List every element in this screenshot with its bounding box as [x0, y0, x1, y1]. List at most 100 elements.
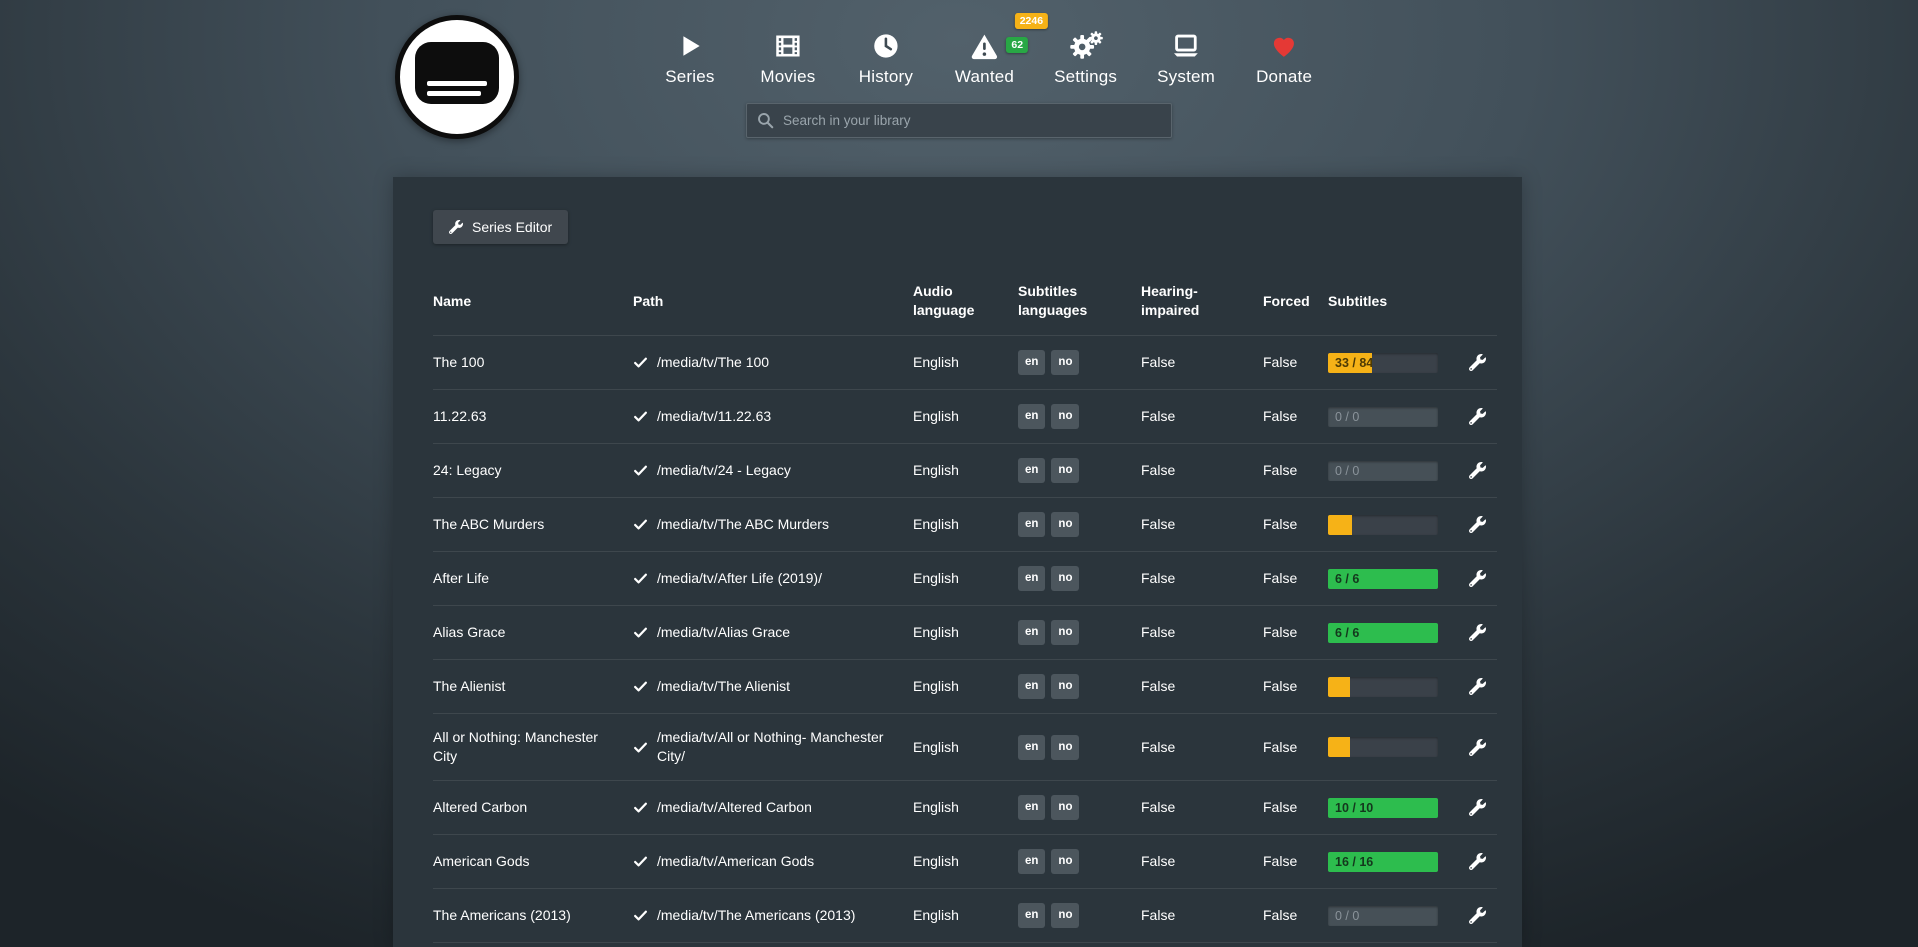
series-name[interactable]: Altered Carbon [433, 798, 633, 817]
language-badge: en [1018, 795, 1045, 820]
main-nav: Series Movies History 2246 62 [661, 24, 1313, 87]
language-badge: no [1051, 350, 1079, 375]
table-header-row: Name Path Audio language Subtitles langu… [433, 274, 1497, 335]
subtitles-progress: 33 / 84 [1328, 353, 1438, 373]
nav-label: Series [665, 67, 714, 87]
hearing-impaired-value: False [1141, 569, 1263, 588]
wanted-count-badge-secondary: 62 [1006, 37, 1028, 53]
hearing-impaired-value: False [1141, 677, 1263, 696]
wrench-icon[interactable] [1469, 799, 1486, 816]
wrench-icon[interactable] [1469, 624, 1486, 641]
check-icon [633, 571, 648, 586]
nav-label: History [859, 67, 913, 87]
subtitle-language-badges: enno [1018, 674, 1141, 699]
nav-label: System [1157, 67, 1215, 87]
nav-item-wanted[interactable]: 2246 62 Wanted [955, 24, 1014, 87]
audio-language: English [913, 677, 1018, 696]
series-editor-label: Series Editor [472, 219, 552, 235]
wrench-icon[interactable] [1469, 570, 1486, 587]
subtitles-progress-fill: 6 / 6 [1328, 569, 1438, 589]
language-badge: no [1051, 566, 1079, 591]
forced-value: False [1263, 677, 1328, 696]
series-path: /media/tv/The Americans (2013) [657, 906, 855, 925]
series-editor-button[interactable]: Series Editor [433, 210, 568, 244]
series-name[interactable]: The Americans (2013) [433, 906, 633, 925]
table-row: After Life /media/tv/After Life (2019)/ … [433, 551, 1497, 605]
language-badge: en [1018, 735, 1045, 760]
wrench-icon[interactable] [1469, 739, 1486, 756]
subtitles-progress: 0 / 0 [1328, 906, 1438, 926]
subtitles-progress-empty-label: 0 / 0 [1335, 906, 1359, 926]
language-badge: en [1018, 903, 1045, 928]
nav-label: Movies [760, 67, 815, 87]
wrench-icon[interactable] [1469, 853, 1486, 870]
audio-language: English [913, 461, 1018, 480]
subtitles-progress [1328, 515, 1438, 535]
forced-value: False [1263, 515, 1328, 534]
language-badge: no [1051, 849, 1079, 874]
language-badge: no [1051, 458, 1079, 483]
nav-item-settings[interactable]: Settings [1054, 24, 1117, 87]
audio-language: English [913, 738, 1018, 757]
subtitles-progress-fill: 10 / 10 [1328, 798, 1438, 818]
series-name[interactable]: The 100 [433, 353, 633, 372]
header-hearing-impaired: Hearing-impaired [1141, 282, 1263, 320]
table-row: The Alienist /media/tv/The Alienist Engl… [433, 659, 1497, 713]
subtitles-progress-empty-label: 0 / 0 [1335, 407, 1359, 427]
language-badge: no [1051, 512, 1079, 537]
subtitles-progress-fill [1328, 515, 1352, 535]
hearing-impaired-value: False [1141, 623, 1263, 642]
language-badge: en [1018, 849, 1045, 874]
series-name[interactable]: 24: Legacy [433, 461, 633, 480]
audio-language: English [913, 569, 1018, 588]
bazarr-logo[interactable] [395, 15, 519, 139]
warning-icon [969, 24, 1000, 60]
header-subtitles: Subtitles [1328, 292, 1458, 311]
header-forced: Forced [1263, 292, 1328, 311]
app-header: Series Movies History 2246 62 [0, 0, 1918, 177]
language-badge: en [1018, 458, 1045, 483]
wrench-icon [449, 220, 463, 234]
search-input[interactable] [746, 103, 1172, 138]
series-name[interactable]: 11.22.63 [433, 407, 633, 426]
nav-item-series[interactable]: Series [661, 24, 719, 87]
logo-graphic [415, 42, 499, 104]
series-name[interactable]: The Alienist [433, 677, 633, 696]
wrench-icon[interactable] [1469, 462, 1486, 479]
nav-item-movies[interactable]: Movies [759, 24, 817, 87]
header-subtitles-languages: Subtitles languages [1018, 282, 1141, 320]
language-badge: no [1051, 674, 1079, 699]
nav-item-system[interactable]: System [1157, 24, 1215, 87]
nav-item-donate[interactable]: Donate [1255, 24, 1313, 87]
subtitles-progress: 6 / 6 [1328, 569, 1438, 589]
wrench-icon[interactable] [1469, 354, 1486, 371]
audio-language: English [913, 852, 1018, 871]
series-name[interactable]: After Life [433, 569, 633, 588]
subtitles-progress-fill: 16 / 16 [1328, 852, 1438, 872]
wanted-count-badge: 2246 [1015, 13, 1048, 29]
series-name[interactable]: The ABC Murders [433, 515, 633, 534]
content-panel: Series Editor Name Path Audio language S… [393, 177, 1522, 947]
table-row: Alias Grace /media/tv/Alias Grace Englis… [433, 605, 1497, 659]
nav-label: Wanted [955, 67, 1014, 87]
wrench-icon[interactable] [1469, 516, 1486, 533]
series-name[interactable]: Alias Grace [433, 623, 633, 642]
series-name[interactable]: American Gods [433, 852, 633, 871]
check-icon [633, 463, 648, 478]
table-row: American Gods /media/tv/American Gods En… [433, 834, 1497, 888]
language-badge: en [1018, 620, 1045, 645]
header-audio-language: Audio language [913, 282, 1018, 320]
wrench-icon[interactable] [1469, 907, 1486, 924]
film-icon [773, 24, 803, 60]
check-icon [633, 740, 648, 755]
subtitles-progress-fill [1328, 737, 1350, 757]
wrench-icon[interactable] [1469, 408, 1486, 425]
wrench-icon[interactable] [1469, 678, 1486, 695]
series-name[interactable]: All or Nothing: Manchester City [433, 728, 633, 766]
header-name: Name [433, 292, 633, 311]
table-row: 24: Legacy /media/tv/24 - Legacy English… [433, 443, 1497, 497]
language-badge: en [1018, 350, 1045, 375]
nav-item-history[interactable]: History [857, 24, 915, 87]
series-path: /media/tv/Alias Grace [657, 623, 790, 642]
audio-language: English [913, 906, 1018, 925]
